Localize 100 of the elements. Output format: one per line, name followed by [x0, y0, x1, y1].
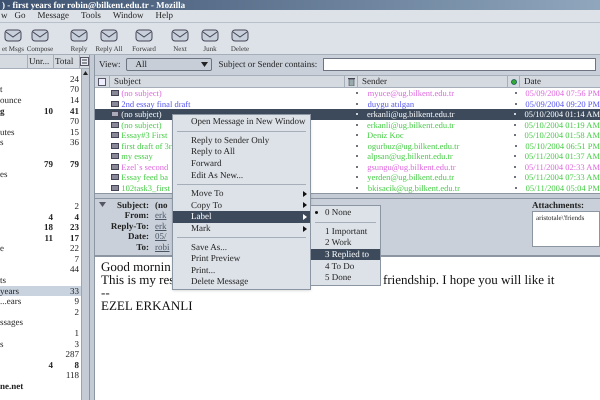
menu-item[interactable]: 0 None: [311, 207, 380, 219]
message-subject[interactable]: (no subject): [121, 109, 162, 119]
folder-row[interactable]: s 3: [0, 338, 81, 350]
menu-item[interactable]: Delete Message: [173, 276, 310, 288]
folder-row[interactable]: ounce 14: [0, 95, 81, 106]
menu-item[interactable]: Message: [32, 9, 75, 23]
message-sender: Deniz Koc: [367, 130, 404, 140]
column-header[interactable]: Sender: [358, 76, 508, 87]
folder-row[interactable]: 11 17: [0, 232, 81, 244]
dropdown-caret-icon: [201, 62, 208, 67]
envelope-icon: [100, 28, 118, 42]
menu-item[interactable]: Go: [8, 9, 32, 23]
trash-can-icon[interactable]: [348, 77, 354, 86]
folder-row[interactable]: 24: [0, 74, 81, 85]
folder-row[interactable]: 4 4: [0, 212, 81, 222]
attachments-label: Attachments:: [532, 200, 585, 211]
envelope-icon: [135, 28, 153, 42]
menu-item[interactable]: Tools: [75, 9, 107, 23]
column-header[interactable]: Date: [520, 76, 600, 87]
scroll-up-arrow-icon[interactable]: [82, 69, 89, 77]
folder-row[interactable]: 287: [0, 349, 81, 360]
folder-row[interactable]: 4 8: [0, 360, 81, 371]
folder-row[interactable]: s 36: [0, 138, 81, 148]
folder-row[interactable]: ts: [0, 275, 81, 286]
menu-item[interactable]: Print Preview: [173, 252, 310, 265]
message-sender: erkanli@ug.bilkent.edu.tr: [367, 109, 454, 119]
body-text: Good mornin: [101, 259, 171, 274]
folder-row[interactable]: es: [0, 169, 81, 180]
view-dropdown[interactable]: All: [126, 58, 212, 71]
menu-item[interactable]: Mark: [173, 222, 310, 234]
collapse-twisty-icon[interactable]: [99, 202, 106, 207]
search-field[interactable]: [323, 58, 596, 71]
folder-row[interactable]: ssages: [0, 318, 81, 328]
menu-item[interactable]: Print...: [173, 264, 310, 276]
message-sender: alpsan@ug.bilkent.edu.tr: [367, 151, 453, 161]
menu-item[interactable]: Reply to All: [173, 146, 310, 158]
field-label: To:: [136, 242, 149, 252]
menu-item[interactable]: w: [0, 9, 8, 23]
message-date: 05/09/2004 09:20 PM: [524, 100, 600, 108]
message-sender: erkanli@ug.bilkent.edu.tr: [367, 120, 454, 130]
menu-item[interactable]: Edit As New...: [173, 169, 310, 181]
folder-row[interactable]: e 22: [0, 244, 81, 254]
field-link[interactable]: robi: [155, 242, 170, 252]
menu-item[interactable]: Copy To: [173, 200, 310, 212]
menu-item[interactable]: Save As...: [173, 241, 310, 253]
field-link[interactable]: erk: [155, 211, 166, 220]
menu-item[interactable]: 2 Work: [311, 237, 380, 249]
folder-row[interactable]: g 10 41: [0, 106, 81, 116]
menu-item[interactable]: 1 Important: [311, 226, 380, 238]
folder-row[interactable]: 70: [0, 116, 81, 127]
menu-item[interactable]: 5 Done: [311, 272, 380, 284]
envelope-icon: [201, 28, 219, 42]
folder-row[interactable]: 18 23: [0, 222, 81, 233]
folder-row[interactable]: 2: [0, 201, 81, 212]
envelope-icon: [4, 28, 22, 42]
field-label: Reply-To:: [110, 220, 149, 231]
body-text: --: [101, 285, 110, 300]
message-date: 05/10/2004 01:58 AM: [523, 131, 600, 140]
folder-row[interactable]: ne.net: [0, 381, 81, 392]
message-subject[interactable]: 2nd essay final draft: [121, 98, 190, 108]
column-header[interactable]: Subject: [110, 76, 345, 87]
envelope-icon: [231, 28, 249, 42]
field-value: (no: [155, 200, 168, 210]
field-link[interactable]: 05/: [155, 232, 167, 242]
column-picker-icon[interactable]: [80, 57, 89, 66]
message-date: 05/10/2004 01:14 AM: [523, 110, 600, 118]
folder-row[interactable]: 2: [0, 307, 81, 318]
search-label: Subject or Sender contains:: [218, 58, 318, 71]
menu-item[interactable]: Reply to Sender Only: [173, 134, 310, 146]
column-header[interactable]: Unr...: [28, 55, 54, 68]
window-title: ) - first years for robin@bilkent.edu.tr - Mozilla: [2, 0, 186, 10]
scrollbar[interactable]: [81, 69, 89, 400]
folder-row[interactable]: 1: [0, 328, 81, 339]
menu-item[interactable]: Help: [150, 9, 180, 23]
field-link[interactable]: erk: [155, 222, 166, 231]
thread-icon[interactable]: [98, 78, 106, 86]
menu-item[interactable]: Move To: [173, 188, 310, 200]
message-date: 05/11/2004 07:33 AM: [524, 173, 600, 182]
message-date: 05/11/2004 01:37 AM: [524, 152, 600, 160]
menu-item[interactable]: Label: [173, 211, 310, 223]
folder-row[interactable]: 7: [0, 254, 81, 265]
menu-item[interactable]: Window: [106, 9, 150, 23]
message-sender: duygu atılgan: [368, 98, 414, 108]
folder-row[interactable]: utes 15: [0, 126, 81, 138]
menu-item[interactable]: 4 To Do: [311, 260, 380, 272]
menu-item[interactable]: Forward: [173, 158, 310, 170]
folder-row[interactable]: 44: [0, 264, 81, 276]
body-text: friendship. I hope you will like it: [383, 272, 555, 287]
menu-item[interactable]: 3 Replied to: [311, 248, 380, 260]
field-label: Subject:: [117, 200, 149, 210]
folder-row[interactable]: ...ears 9: [0, 296, 81, 308]
folder-row[interactable]: 79 79: [0, 158, 81, 170]
folder-row[interactable]: years 33: [0, 286, 81, 296]
message-date: 05/11/2004 05:04 PM: [524, 184, 600, 192]
field-label: Date:: [128, 231, 149, 242]
read-status-icon[interactable]: [510, 78, 516, 84]
folder-row[interactable]: t 70: [0, 84, 81, 96]
envelope-icon: [171, 28, 189, 42]
field-label: From:: [124, 210, 149, 220]
folder-row[interactable]: 118: [0, 370, 81, 382]
